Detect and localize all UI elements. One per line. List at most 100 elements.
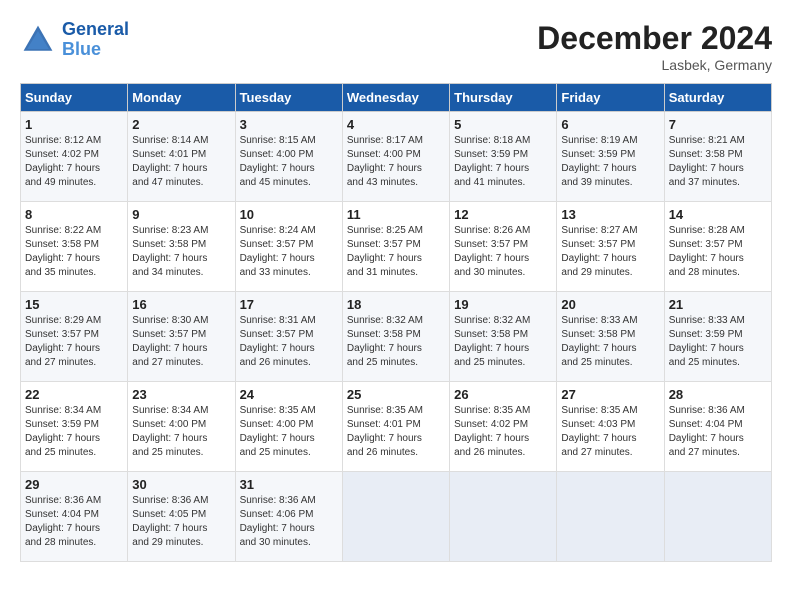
- logo-icon: [20, 22, 56, 58]
- day-number: 12: [454, 207, 552, 222]
- day-number: 1: [25, 117, 123, 132]
- day-detail: Sunrise: 8:34 AM Sunset: 4:00 PM Dayligh…: [132, 404, 230, 460]
- calendar-cell: 31 Sunrise: 8:36 AM Sunset: 4:06 PM Dayli…: [235, 472, 342, 562]
- day-detail: Sunrise: 8:31 AM Sunset: 3:57 PM Dayligh…: [240, 314, 338, 370]
- weekday-monday: Monday: [128, 84, 235, 112]
- day-detail: Sunrise: 8:28 AM Sunset: 3:57 PM Dayligh…: [669, 224, 767, 280]
- calendar-cell: 10Sunrise: 8:24 AM Sunset: 3:57 PM Dayli…: [235, 202, 342, 292]
- day-detail: Sunrise: 8:23 AM Sunset: 3:58 PM Dayligh…: [132, 224, 230, 280]
- calendar-cell: 23Sunrise: 8:34 AM Sunset: 4:00 PM Dayli…: [128, 382, 235, 472]
- day-number: 16: [132, 297, 230, 312]
- calendar-cell: 30 Sunrise: 8:36 AM Sunset: 4:05 PM Dayli…: [128, 472, 235, 562]
- day-number: 10: [240, 207, 338, 222]
- calendar-cell: 21Sunrise: 8:33 AM Sunset: 3:59 PM Dayli…: [664, 292, 771, 382]
- weekday-thursday: Thursday: [450, 84, 557, 112]
- calendar-cell: 1 Sunrise: 8:12 AM Sunset: 4:02 PM Daylig…: [21, 112, 128, 202]
- weekday-header-row: SundayMondayTuesdayWednesdayThursdayFrid…: [21, 84, 772, 112]
- calendar-cell: 8Sunrise: 8:22 AM Sunset: 3:58 PM Daylig…: [21, 202, 128, 292]
- day-number: 22: [25, 387, 123, 402]
- calendar-week-3: 15 Sunrise: 8:29 AM Sunset: 3:57 PM Dayli…: [21, 292, 772, 382]
- day-detail: Sunrise: 8:32 AM Sunset: 3:58 PM Dayligh…: [454, 314, 552, 370]
- day-number: 17: [240, 297, 338, 312]
- page-header: GeneralBlue December 2024 Lasbek, German…: [20, 20, 772, 73]
- day-number: 4: [347, 117, 445, 132]
- day-detail: Sunrise: 8:36 AM Sunset: 4:05 PM Dayligh…: [132, 494, 230, 550]
- calendar-cell: 4 Sunrise: 8:17 AM Sunset: 4:00 PM Daylig…: [342, 112, 449, 202]
- calendar-cell: 24Sunrise: 8:35 AM Sunset: 4:00 PM Dayli…: [235, 382, 342, 472]
- calendar-cell: 2Sunrise: 8:14 AM Sunset: 4:01 PM Daylig…: [128, 112, 235, 202]
- calendar-cell: 25Sunrise: 8:35 AM Sunset: 4:01 PM Dayli…: [342, 382, 449, 472]
- day-number: 29: [25, 477, 123, 492]
- day-detail: Sunrise: 8:27 AM Sunset: 3:57 PM Dayligh…: [561, 224, 659, 280]
- weekday-saturday: Saturday: [664, 84, 771, 112]
- day-number: 13: [561, 207, 659, 222]
- calendar-cell: [664, 472, 771, 562]
- calendar-cell: 16 Sunrise: 8:30 AM Sunset: 3:57 PM Dayli…: [128, 292, 235, 382]
- day-detail: Sunrise: 8:36 AM Sunset: 4:04 PM Dayligh…: [669, 404, 767, 460]
- calendar-cell: 26 Sunrise: 8:35 AM Sunset: 4:02 PM Dayli…: [450, 382, 557, 472]
- day-detail: Sunrise: 8:26 AM Sunset: 3:57 PM Dayligh…: [454, 224, 552, 280]
- day-number: 6: [561, 117, 659, 132]
- day-detail: Sunrise: 8:21 AM Sunset: 3:58 PM Dayligh…: [669, 134, 767, 190]
- day-number: 14: [669, 207, 767, 222]
- weekday-wednesday: Wednesday: [342, 84, 449, 112]
- day-number: 3: [240, 117, 338, 132]
- calendar-cell: 18 Sunrise: 8:32 AM Sunset: 3:58 PM Dayli…: [342, 292, 449, 382]
- calendar-cell: 6 Sunrise: 8:19 AM Sunset: 3:59 PM Daylig…: [557, 112, 664, 202]
- day-number: 26: [454, 387, 552, 402]
- calendar-cell: 14 Sunrise: 8:28 AM Sunset: 3:57 PM Dayli…: [664, 202, 771, 292]
- day-number: 31: [240, 477, 338, 492]
- weekday-tuesday: Tuesday: [235, 84, 342, 112]
- logo-text: GeneralBlue: [62, 20, 129, 60]
- day-detail: Sunrise: 8:18 AM Sunset: 3:59 PM Dayligh…: [454, 134, 552, 190]
- location-subtitle: Lasbek, Germany: [537, 57, 772, 73]
- calendar-cell: 28 Sunrise: 8:36 AM Sunset: 4:04 PM Dayli…: [664, 382, 771, 472]
- calendar-cell: [450, 472, 557, 562]
- weekday-friday: Friday: [557, 84, 664, 112]
- day-number: 9: [132, 207, 230, 222]
- day-number: 15: [25, 297, 123, 312]
- day-detail: Sunrise: 8:32 AM Sunset: 3:58 PM Dayligh…: [347, 314, 445, 370]
- day-detail: Sunrise: 8:30 AM Sunset: 3:57 PM Dayligh…: [132, 314, 230, 370]
- day-detail: Sunrise: 8:22 AM Sunset: 3:58 PM Dayligh…: [25, 224, 123, 280]
- logo: GeneralBlue: [20, 20, 129, 60]
- calendar-cell: 27 Sunrise: 8:35 AM Sunset: 4:03 PM Dayli…: [557, 382, 664, 472]
- day-number: 30: [132, 477, 230, 492]
- calendar-body: 1 Sunrise: 8:12 AM Sunset: 4:02 PM Daylig…: [21, 112, 772, 562]
- calendar-cell: 5 Sunrise: 8:18 AM Sunset: 3:59 PM Daylig…: [450, 112, 557, 202]
- day-number: 5: [454, 117, 552, 132]
- calendar-cell: [342, 472, 449, 562]
- day-detail: Sunrise: 8:36 AM Sunset: 4:06 PM Dayligh…: [240, 494, 338, 550]
- calendar-cell: 29 Sunrise: 8:36 AM Sunset: 4:04 PM Dayli…: [21, 472, 128, 562]
- day-number: 18: [347, 297, 445, 312]
- day-detail: Sunrise: 8:12 AM Sunset: 4:02 PM Dayligh…: [25, 134, 123, 190]
- calendar-cell: 20 Sunrise: 8:33 AM Sunset: 3:58 PM Dayli…: [557, 292, 664, 382]
- day-detail: Sunrise: 8:29 AM Sunset: 3:57 PM Dayligh…: [25, 314, 123, 370]
- month-title: December 2024: [537, 20, 772, 57]
- day-number: 28: [669, 387, 767, 402]
- day-number: 21: [669, 297, 767, 312]
- day-detail: Sunrise: 8:17 AM Sunset: 4:00 PM Dayligh…: [347, 134, 445, 190]
- calendar-week-1: 1 Sunrise: 8:12 AM Sunset: 4:02 PM Daylig…: [21, 112, 772, 202]
- day-number: 7: [669, 117, 767, 132]
- calendar-week-5: 29 Sunrise: 8:36 AM Sunset: 4:04 PM Dayli…: [21, 472, 772, 562]
- title-block: December 2024 Lasbek, Germany: [537, 20, 772, 73]
- calendar-cell: 9 Sunrise: 8:23 AM Sunset: 3:58 PM Daylig…: [128, 202, 235, 292]
- calendar-cell: 22Sunrise: 8:34 AM Sunset: 3:59 PM Dayli…: [21, 382, 128, 472]
- calendar-cell: 13 Sunrise: 8:27 AM Sunset: 3:57 PM Dayli…: [557, 202, 664, 292]
- day-detail: Sunrise: 8:35 AM Sunset: 4:03 PM Dayligh…: [561, 404, 659, 460]
- day-detail: Sunrise: 8:35 AM Sunset: 4:01 PM Dayligh…: [347, 404, 445, 460]
- calendar-week-4: 22Sunrise: 8:34 AM Sunset: 3:59 PM Dayli…: [21, 382, 772, 472]
- day-number: 2: [132, 117, 230, 132]
- day-detail: Sunrise: 8:36 AM Sunset: 4:04 PM Dayligh…: [25, 494, 123, 550]
- calendar-cell: 12 Sunrise: 8:26 AM Sunset: 3:57 PM Dayli…: [450, 202, 557, 292]
- day-detail: Sunrise: 8:33 AM Sunset: 3:58 PM Dayligh…: [561, 314, 659, 370]
- calendar-cell: 17 Sunrise: 8:31 AM Sunset: 3:57 PM Dayli…: [235, 292, 342, 382]
- day-detail: Sunrise: 8:19 AM Sunset: 3:59 PM Dayligh…: [561, 134, 659, 190]
- day-detail: Sunrise: 8:35 AM Sunset: 4:02 PM Dayligh…: [454, 404, 552, 460]
- day-number: 20: [561, 297, 659, 312]
- day-number: 27: [561, 387, 659, 402]
- calendar-cell: 11Sunrise: 8:25 AM Sunset: 3:57 PM Dayli…: [342, 202, 449, 292]
- calendar-header: SundayMondayTuesdayWednesdayThursdayFrid…: [21, 84, 772, 112]
- calendar-table: SundayMondayTuesdayWednesdayThursdayFrid…: [20, 83, 772, 562]
